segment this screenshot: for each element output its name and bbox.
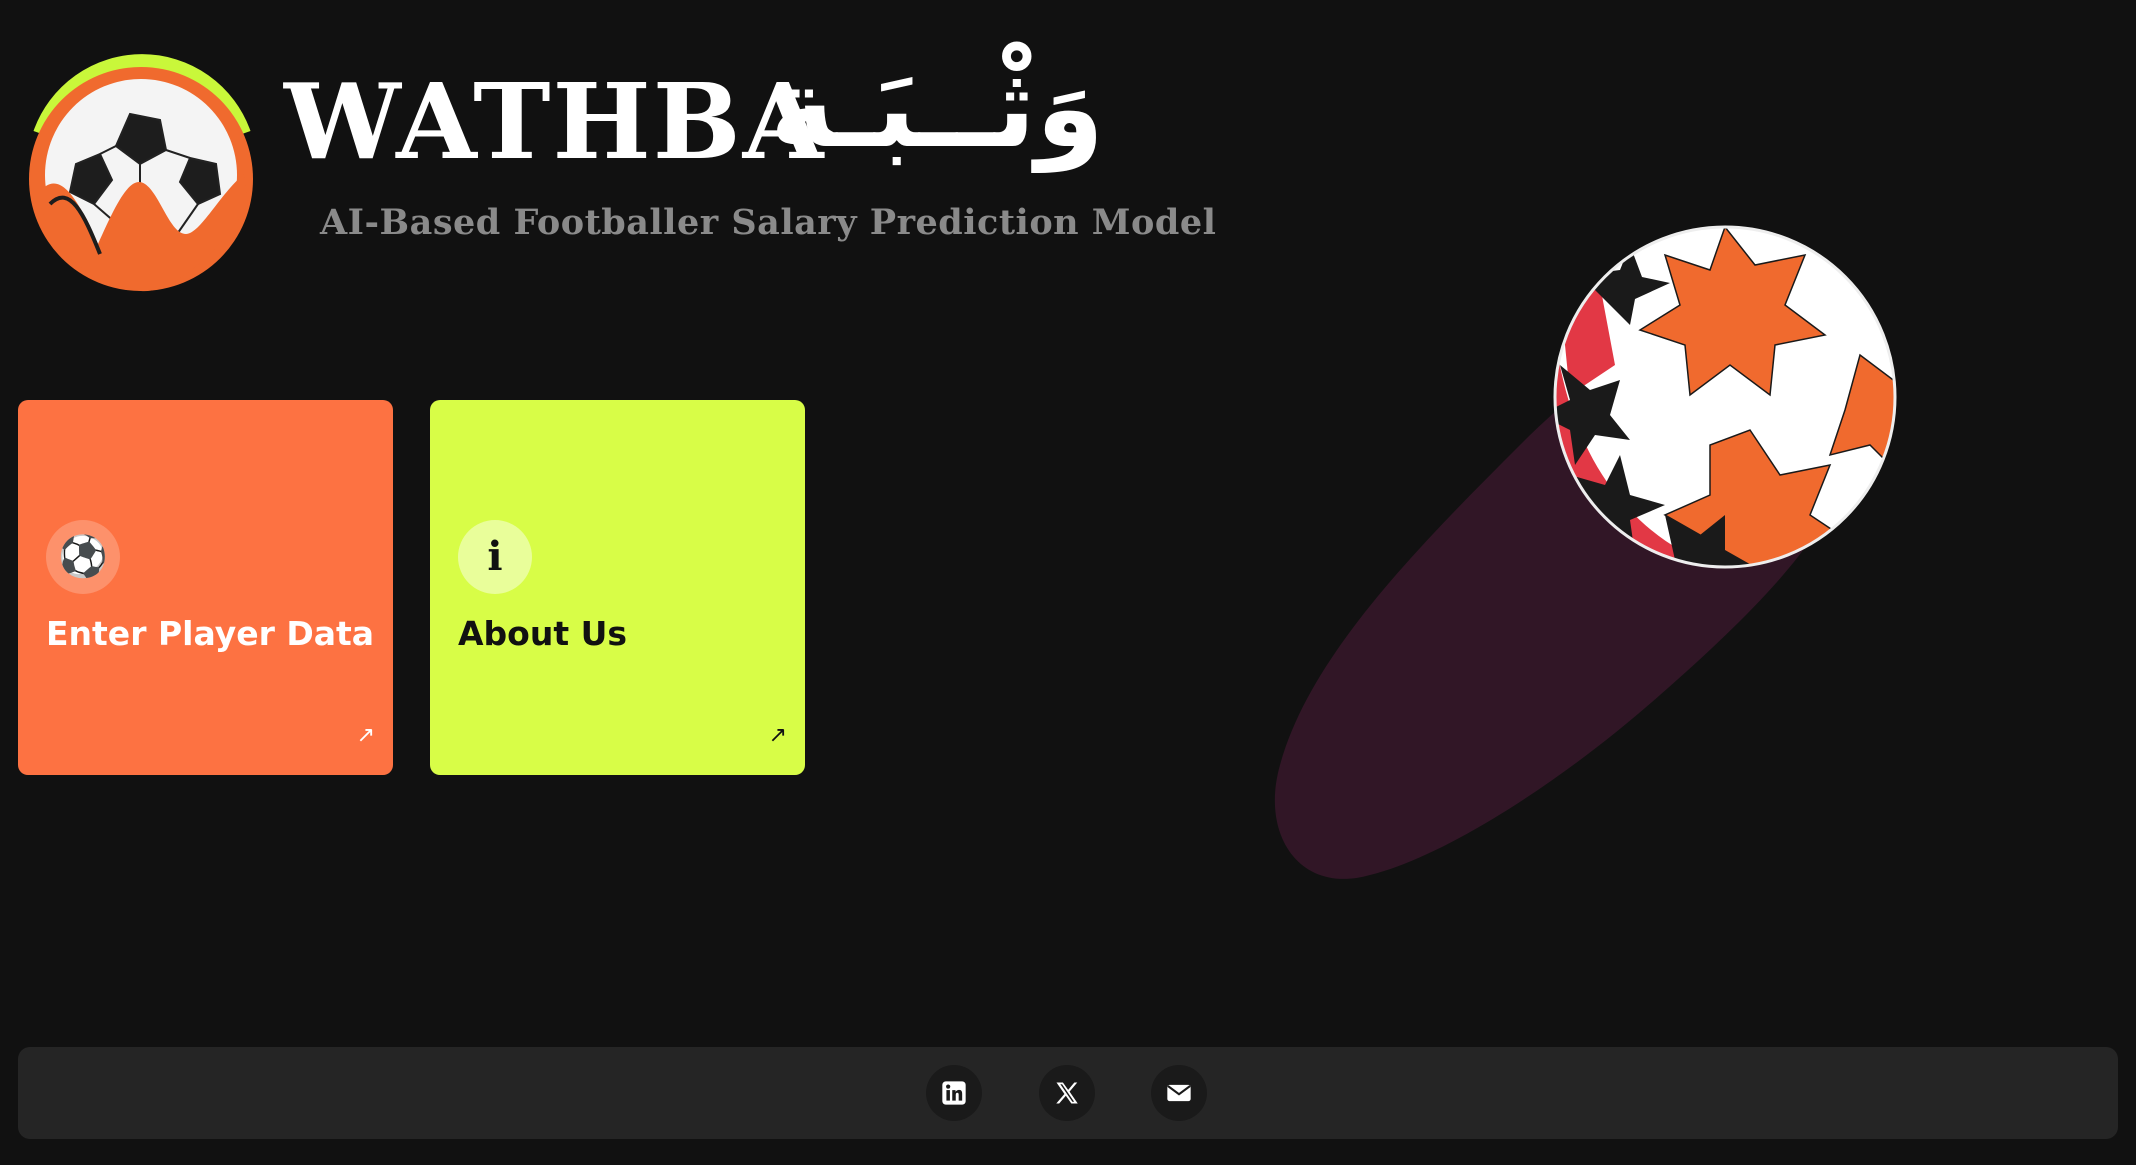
brand-name-latin: WATHBA	[284, 60, 826, 183]
enter-player-data-label: Enter Player Data	[46, 614, 375, 653]
email-link[interactable]	[1151, 1065, 1207, 1121]
x-twitter-link[interactable]	[1039, 1065, 1095, 1121]
mail-icon	[1167, 1084, 1191, 1102]
wathba-logo-icon	[29, 54, 253, 292]
home-page: WATHBA وَثْــبَـة AI-Based Footballer Sa…	[0, 0, 2136, 1165]
about-us-label: About Us	[458, 614, 628, 653]
footer-bar	[18, 1047, 2118, 1139]
hero-soccer-ball-illustration	[1274, 225, 1897, 879]
about-us-card[interactable]: i About Us ↗	[430, 400, 805, 775]
enter-player-data-card[interactable]: ⚽ Enter Player Data ↗	[18, 400, 393, 775]
info-icon: i	[458, 520, 532, 594]
arrow-up-right-icon: ↗	[768, 723, 787, 748]
brand-name-arabic: وَثْــبَـة	[770, 44, 1105, 172]
linkedin-link[interactable]	[926, 1065, 982, 1121]
linkedin-icon	[942, 1081, 966, 1105]
arrow-up-right-icon: ↗	[356, 723, 375, 748]
soccer-ball-icon: ⚽	[46, 520, 120, 594]
brand-tagline: AI-Based Footballer Salary Prediction Mo…	[320, 202, 1217, 243]
x-twitter-icon	[1056, 1082, 1078, 1104]
